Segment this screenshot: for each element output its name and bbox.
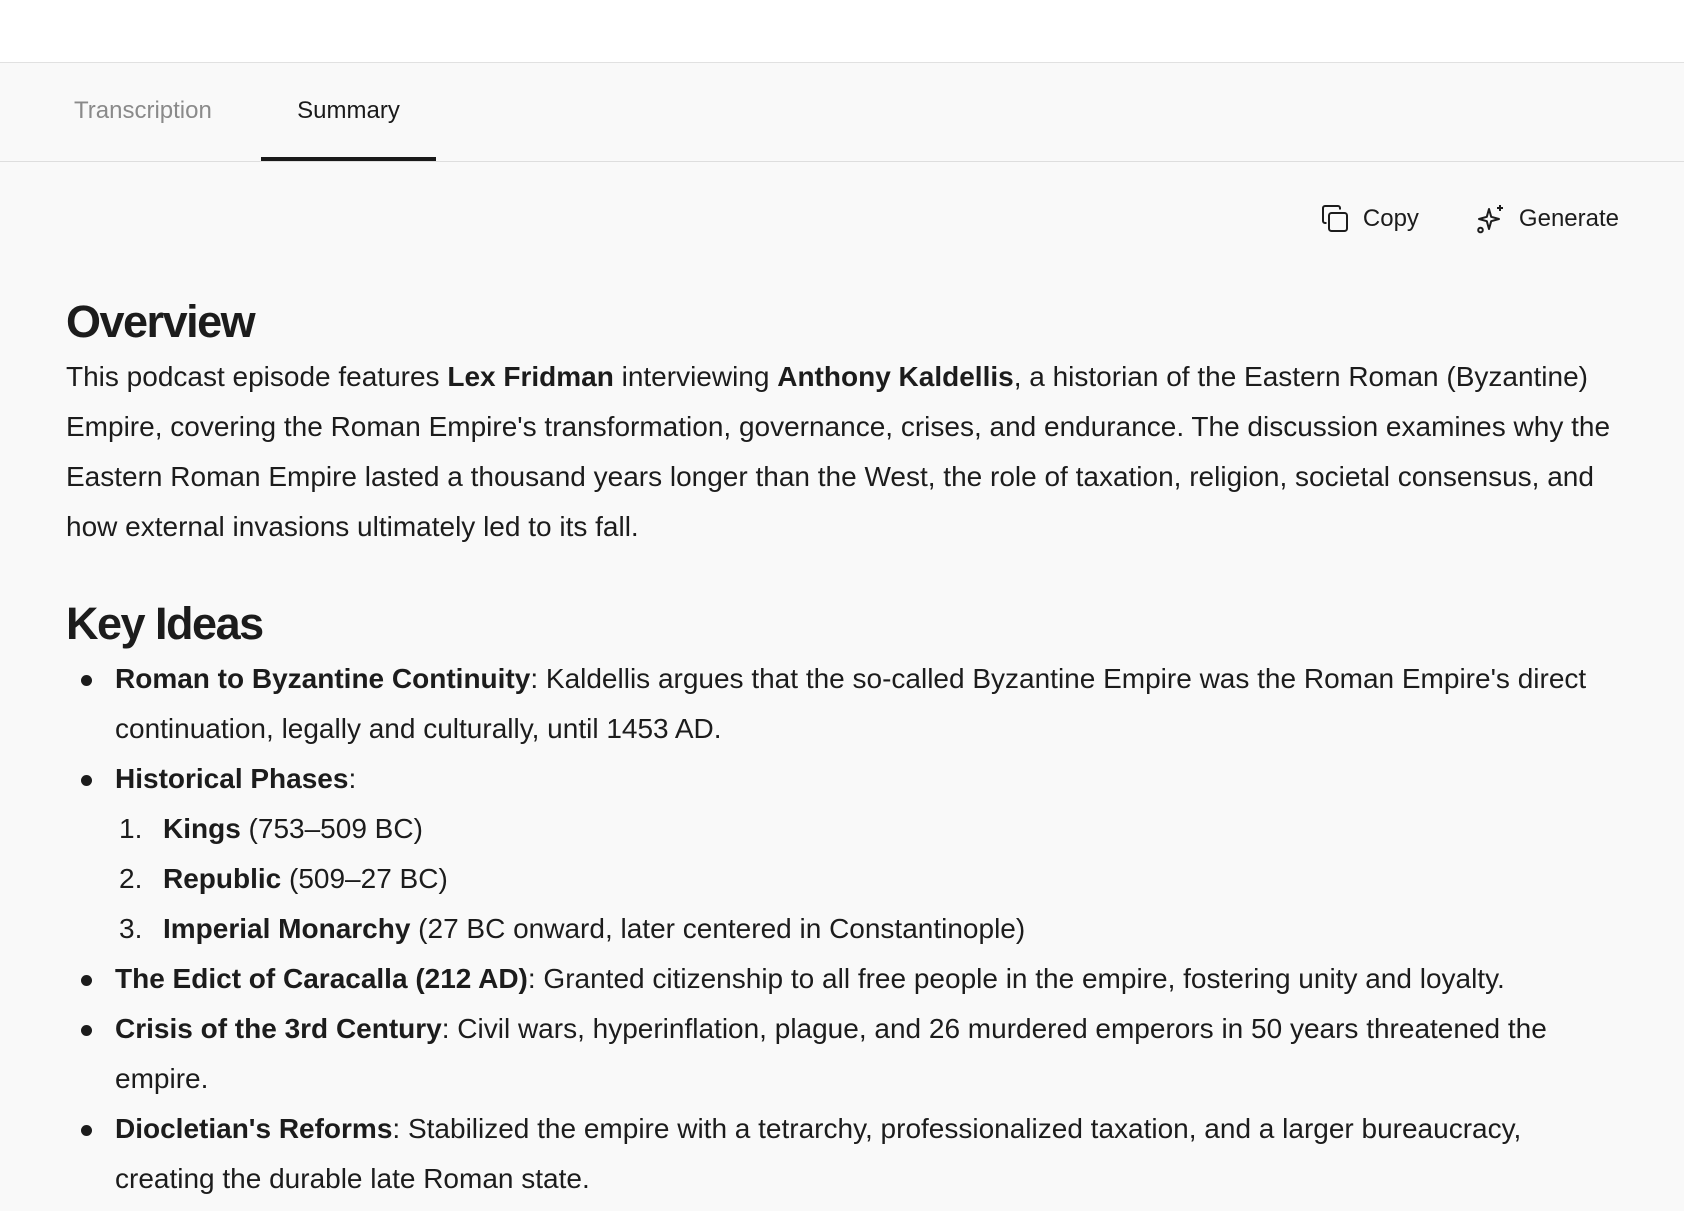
list-item: Crisis of the 3rd Century: Civil wars, h… [66, 1004, 1626, 1104]
list-item: 2. Republic (509–27 BC) [115, 854, 1626, 904]
overview-bold-host: Lex Fridman [447, 361, 614, 392]
overview-bold-guest: Anthony Kaldellis [777, 361, 1014, 392]
key-ideas-list: Roman to Byzantine Continuity: Kaldellis… [66, 654, 1626, 804]
list-number: 2. [119, 863, 143, 894]
idea-title: The Edict of Caracalla (212 AD) [115, 963, 528, 994]
copy-button[interactable]: Copy [1319, 199, 1419, 239]
key-ideas-heading: Key Ideas [66, 598, 264, 649]
tab-transcription[interactable]: Transcription [74, 63, 212, 161]
phase-title: Kings [163, 813, 241, 844]
idea-title: Crisis of the 3rd Century [115, 1013, 442, 1044]
list-number: 1. [119, 813, 143, 844]
idea-title: Roman to Byzantine Continuity [115, 663, 531, 694]
list-item: Historical Phases: [66, 754, 1626, 804]
phase-title: Republic [163, 863, 282, 894]
phase-text: (509–27 BC) [281, 863, 448, 894]
list-item: Diocletian's Reforms: Stabilized the emp… [66, 1104, 1626, 1204]
idea-title: Diocletian's Reforms [115, 1113, 393, 1144]
tab-summary[interactable]: Summary [261, 63, 436, 161]
list-number: 3. [119, 913, 143, 944]
list-item: 1. Kings (753–509 BC) [115, 804, 1626, 854]
phase-text: (753–509 BC) [240, 813, 423, 844]
top-bar [0, 0, 1684, 63]
list-item: The Edict of Caracalla (212 AD): Granted… [66, 954, 1626, 1004]
sparkle-icon [1475, 203, 1507, 235]
list-item: 3. Imperial Monarchy (27 BC onward, later… [115, 904, 1626, 954]
copy-button-label: Copy [1362, 205, 1419, 232]
historical-phases-list: 1. Kings (753–509 BC) 2. Republic (509–27 … [115, 804, 1626, 954]
overview-text: This podcast episode features [66, 361, 448, 392]
idea-text: : [348, 763, 357, 794]
overview-text: interviewing [613, 361, 778, 392]
overview-heading: Overview [66, 296, 256, 347]
phase-title: Imperial Monarchy [163, 913, 411, 944]
generate-button-label: Generate [1518, 205, 1619, 232]
tab-bar: Transcription Summary [0, 63, 1684, 162]
key-ideas-list-continued: The Edict of Caracalla (212 AD): Granted… [66, 954, 1626, 1204]
generate-button[interactable]: Generate [1475, 199, 1619, 239]
idea-text: : Granted citizenship to all free people… [527, 963, 1505, 994]
summary-toolbar: Copy Generate [1319, 199, 1619, 239]
summary-content: Overview This podcast episode features L… [66, 292, 1626, 1204]
copy-icon [1319, 203, 1351, 235]
idea-title: Historical Phases [115, 763, 349, 794]
list-item: Roman to Byzantine Continuity: Kaldellis… [66, 654, 1626, 754]
phase-text: (27 BC onward, later centered in Constan… [410, 913, 1026, 944]
overview-paragraph: This podcast episode features Lex Fridma… [66, 352, 1626, 552]
